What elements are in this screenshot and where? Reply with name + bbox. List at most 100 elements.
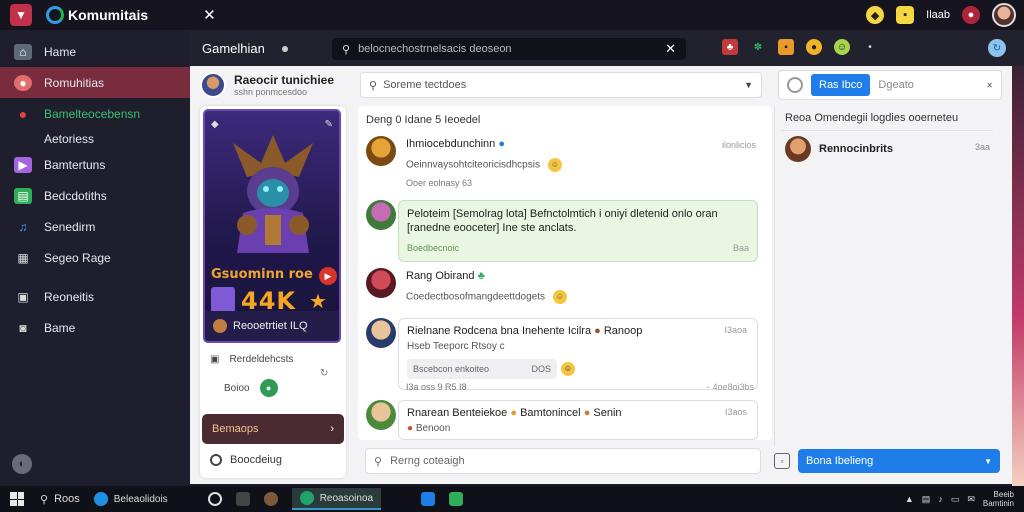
close-icon[interactable]: ✕	[203, 6, 216, 24]
sidebar-item-music[interactable]: ♫ Senedirm	[0, 211, 190, 242]
brand-icon	[46, 6, 64, 24]
start-icon[interactable]	[10, 492, 24, 506]
settings-icon[interactable]: ◐	[12, 454, 32, 474]
close-icon[interactable]: ✕	[986, 81, 993, 90]
status-ring-icon[interactable]	[787, 77, 803, 93]
button-label: Bona Ibelieng	[806, 455, 874, 467]
chat-message[interactable]: Peloteim [Semolrag lota] Befnctolmtich i…	[366, 200, 766, 264]
more-icon[interactable]: •	[862, 39, 878, 55]
chat-message[interactable]: Ihmiocebdunchinn ● Oeinnvaysohtciteorici…	[366, 136, 766, 194]
top-right-label[interactable]: Ilaab	[926, 9, 950, 21]
taskbar-app[interactable]	[235, 492, 250, 506]
status-row[interactable]: Boocdeiug	[210, 454, 282, 466]
brand[interactable]: Komumitais	[46, 6, 148, 24]
game-stats: ▣ Rerdeldehcsts Boioo ●	[210, 354, 293, 411]
emoji-icon: ☺	[561, 362, 575, 376]
box-icon[interactable]: ▪	[778, 39, 794, 55]
chevron-right-icon: ›	[330, 423, 334, 435]
share-icon[interactable]: ↻	[320, 368, 328, 379]
members-action-button[interactable]: Bona Ibelieng ▼	[798, 449, 1000, 473]
sidebar-item-grid[interactable]: ▦ Segeo Rage	[0, 242, 190, 273]
smiley-icon[interactable]: ☺	[834, 39, 850, 55]
message-author: Rang Obirand ♣	[406, 270, 485, 282]
message-meta-right: - 4oe8oi3bs	[706, 382, 754, 392]
game-title: Gsuominn roe	[211, 267, 313, 282]
emoji-icon: ☺	[553, 290, 567, 304]
primary-button[interactable]: Ras Ibco	[811, 74, 871, 96]
leaf-icon: ♣	[477, 270, 485, 282]
clock-date: Bamtinin	[982, 499, 1014, 508]
profile-header[interactable]: Raeocir tunichiee sshn ponmcesdoo	[200, 72, 334, 98]
message-avatar	[366, 318, 396, 348]
hero-artwork	[233, 135, 313, 253]
channel-filter-select[interactable]: ⚲ Soreme tectdoes ▼	[360, 72, 762, 98]
sidebar-item-store[interactable]: ▣ Reoneitis	[0, 281, 190, 312]
game-icon[interactable]: ♣	[722, 39, 738, 55]
player-avatar	[213, 319, 227, 333]
sidebar-item-library[interactable]: ▤ Bedcdotiths	[0, 180, 190, 211]
members-header: Reoa Omendegii logdies ooerneteu	[785, 112, 959, 124]
taskbar-app[interactable]	[421, 492, 436, 506]
battery-icon[interactable]: ▭	[951, 494, 960, 505]
taskbar-search[interactable]: ⚲ Roos	[40, 493, 80, 506]
taskbar-app[interactable]	[449, 492, 464, 506]
taskbar-app[interactable]	[263, 492, 278, 506]
sidebar-item-discover[interactable]: ● Bamelteocebensn	[0, 98, 190, 129]
game-footer-text: Reooetrtiet ILQ	[233, 320, 308, 332]
play-icon[interactable]: ▶	[319, 267, 337, 285]
member-item[interactable]: Rennocinbrits	[785, 136, 893, 162]
sidebar-item-label: Reoneitis	[44, 289, 95, 304]
trophy-icon[interactable]: ●	[806, 39, 822, 55]
taskbar-app-label: Reoasoinoa	[319, 492, 374, 504]
sidebar: ⌂ Hame ● Romuhitias ● Bamelteocebensn Ae…	[0, 30, 190, 486]
chat-message[interactable]: Rnarean Benteiekoe ● Bamtonincel ● Senin…	[366, 400, 766, 440]
chevron-up-icon[interactable]: ▲	[905, 494, 914, 504]
chat-bubble-icon[interactable]: ●	[281, 40, 289, 56]
taskbar-app[interactable]: Beleaolidois	[93, 492, 168, 506]
taskbar-app-active[interactable]: Reoasoinoa	[291, 488, 382, 510]
header-icon-group: ♣ ✽ ▪ ● ☺ •	[722, 39, 878, 55]
checkbox-icon[interactable]: ▫	[774, 453, 790, 469]
message-meta: Ooer eolnasy 63	[406, 178, 473, 188]
divider	[781, 130, 993, 131]
sidebar-item-media[interactable]: ▶ Bamtertuns	[0, 149, 190, 180]
clock[interactable]: Beeib Bamtinin	[983, 490, 1014, 508]
chat-search-input[interactable]: ⚲ Rerng coteaigh	[365, 448, 761, 474]
game-action-button[interactable]: Bemaops ›	[202, 414, 344, 444]
coin-icon[interactable]: ▪	[896, 6, 915, 24]
refresh-icon[interactable]: ↻	[988, 39, 1006, 57]
game-card[interactable]: ◆ ✎ Gsuominn roe ▶ 44K ★ Reooetrtiet ILQ	[203, 109, 341, 343]
taskbar-app[interactable]	[207, 492, 222, 506]
search-text: belocnechostrnelsacis deoseon	[358, 43, 512, 55]
chat-feed: Deng 0 Idane 5 Ieoedel Ihmiocebdunchinn …	[358, 106, 772, 440]
right-toolbar: Ras Ibco Dgeato ✕	[778, 70, 1002, 100]
app-icon	[235, 492, 250, 506]
user-avatar[interactable]	[992, 3, 1016, 27]
sidebar-item-communities[interactable]: ● Romuhitias	[0, 67, 190, 98]
edit-icon[interactable]: ✎	[325, 119, 333, 130]
chat-message[interactable]: Rielnane Rodcena bna Inehente Icilra ● R…	[366, 318, 766, 394]
game-card-footer: Reooetrtiet ILQ	[205, 311, 339, 341]
sidebar-item-label: Bamelteocebensn	[44, 106, 141, 121]
controller-icon[interactable]: ◆	[866, 6, 885, 24]
volume-icon[interactable]: ♪	[938, 494, 943, 504]
network-icon[interactable]: ▤	[922, 494, 931, 505]
verified-icon: ●	[498, 138, 506, 150]
leaf-icon[interactable]: ✽	[750, 39, 766, 55]
brand-label: Komumitais	[68, 7, 149, 23]
filter-text: Soreme tectdoes	[383, 79, 467, 91]
chat-message[interactable]: Rang Obirand ♣ Coedectbosofmangdeettdoge…	[366, 268, 766, 312]
sidebar-item-label: Hame	[44, 44, 77, 59]
app-icon	[299, 491, 314, 505]
attachment-pill[interactable]: Bscebcon enkoiteo DOS	[407, 359, 557, 379]
record-icon[interactable]: ●	[962, 6, 980, 24]
sidebar-item-label: Bame	[44, 320, 76, 335]
sidebar-item-camera[interactable]: ◙ Bame	[0, 312, 190, 343]
global-search-input[interactable]: ⚲ belocnechostrnelsacis deoseon ✕	[332, 38, 686, 60]
right-toolbar-text[interactable]: Dgeato	[878, 79, 913, 91]
clear-search-icon[interactable]: ✕	[665, 41, 676, 57]
app-header: Gamelhian ● ⚲ belocnechostrnelsacis deos…	[190, 30, 1024, 66]
mail-icon[interactable]: ✉	[967, 494, 975, 505]
sidebar-item-home[interactable]: ⌂ Hame	[0, 36, 190, 67]
sidebar-subitem[interactable]: Aetoriess	[0, 129, 190, 149]
